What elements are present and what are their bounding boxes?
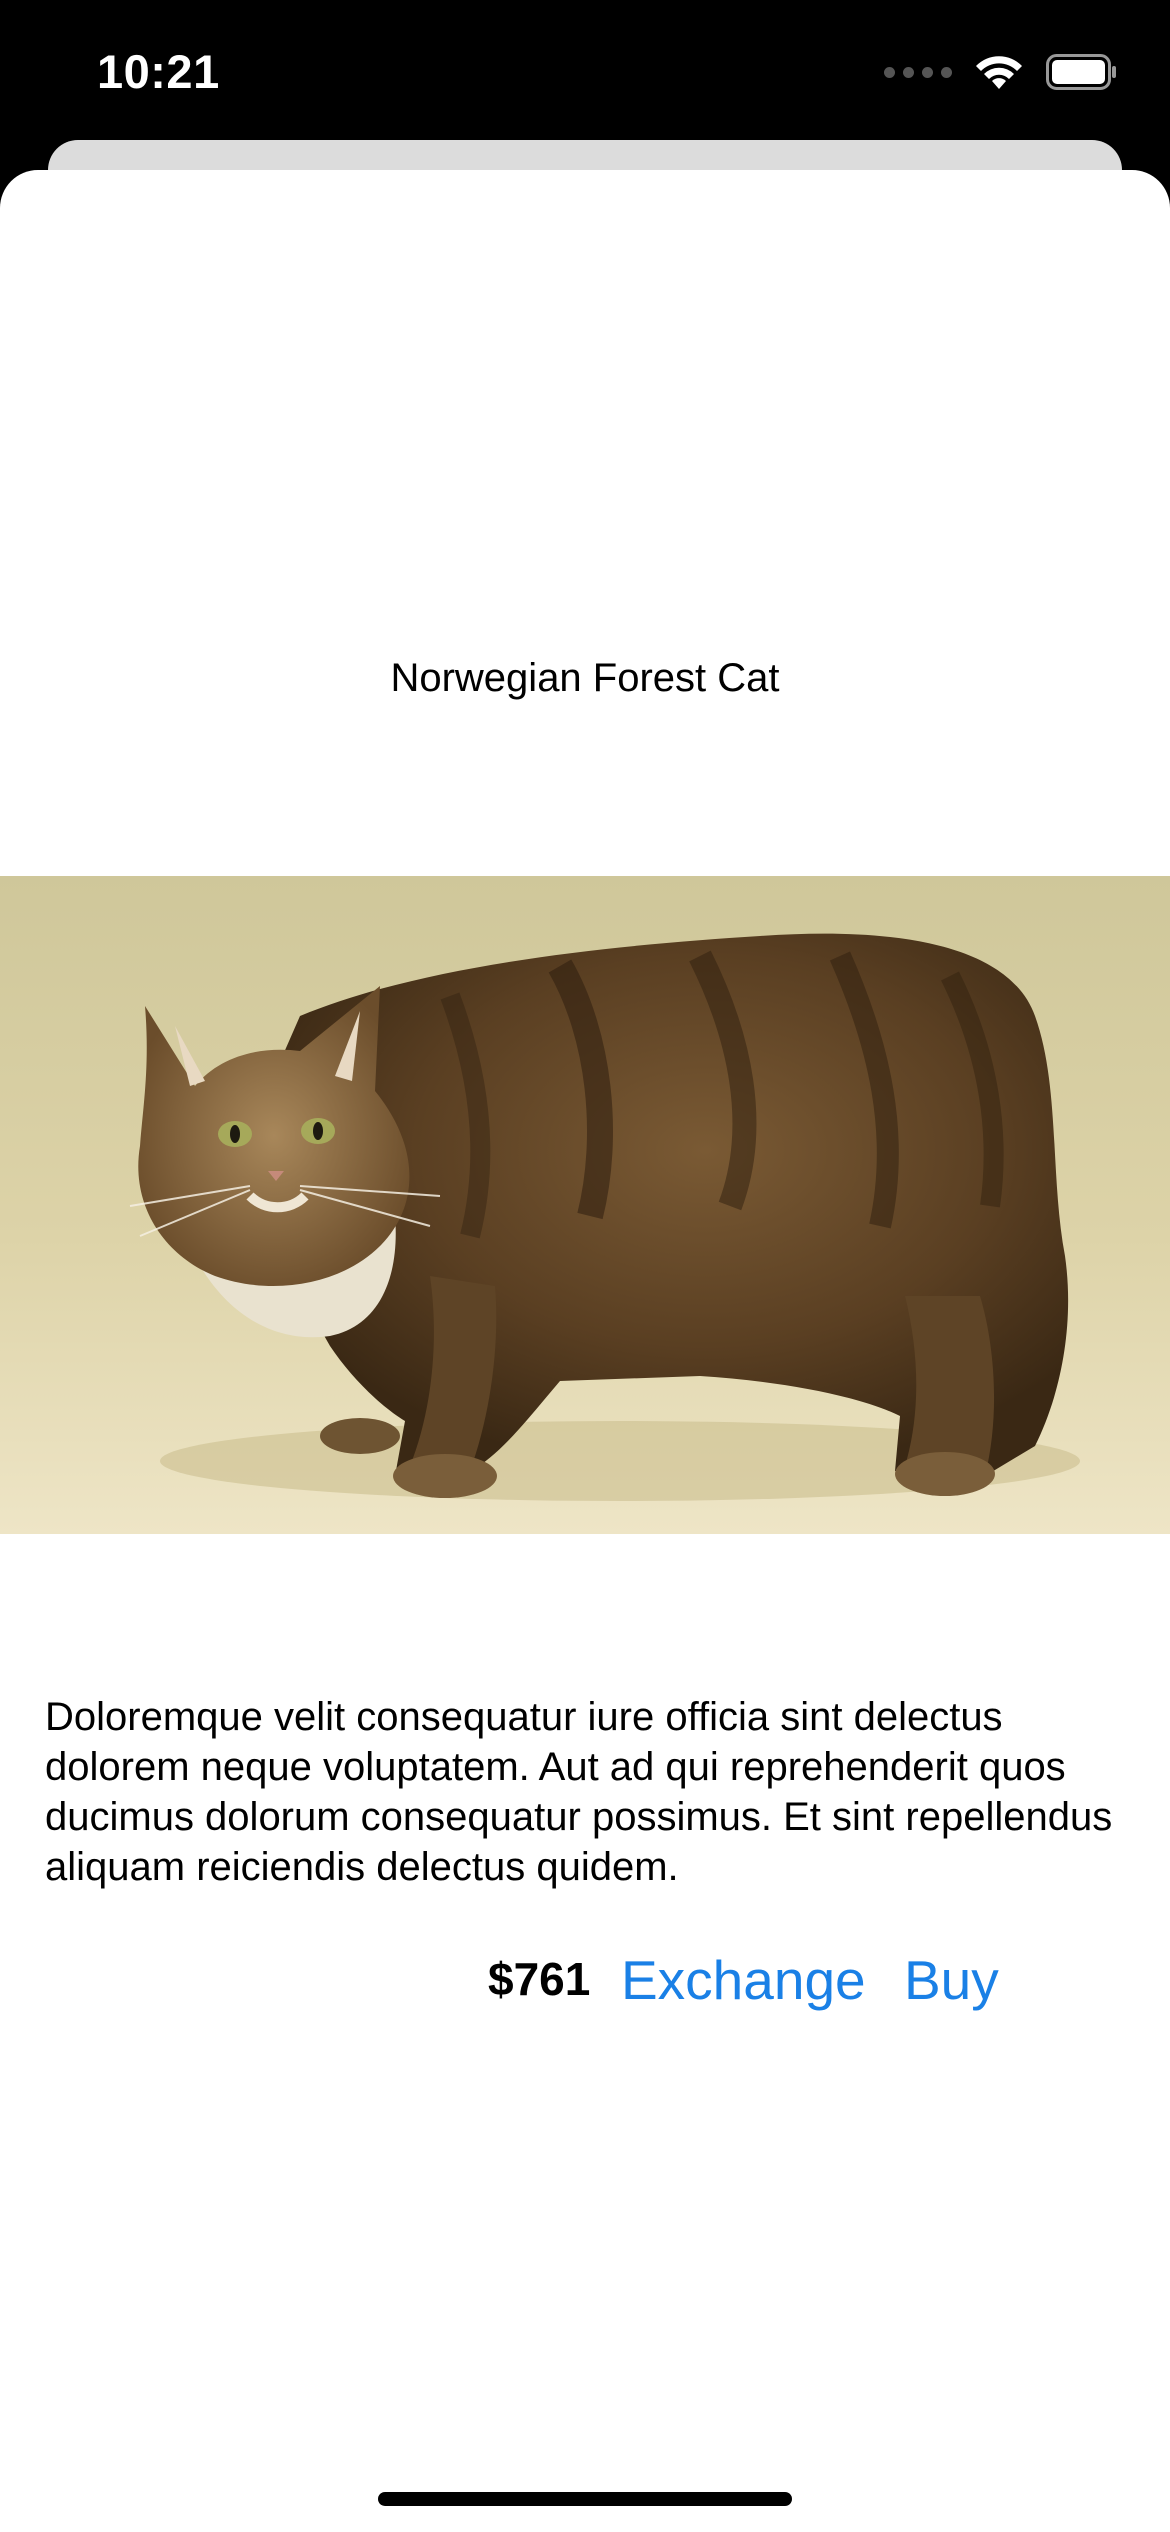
- status-icons: [884, 52, 1118, 92]
- product-price: $761: [488, 1953, 591, 2005]
- battery-icon: [1046, 54, 1116, 90]
- product-sheet: Norwegian Forest Cat Doloremque velit co…: [0, 170, 1170, 2532]
- exchange-button[interactable]: Exchange: [621, 1948, 866, 2012]
- product-description: Doloremque velit consequatur iure offici…: [45, 1695, 1113, 1889]
- cat-photo: [0, 876, 1170, 1534]
- status-time: 10:21: [97, 45, 220, 98]
- product-title: Norwegian Forest Cat: [390, 656, 780, 700]
- status-bar: 10:21: [0, 0, 1170, 140]
- home-indicator[interactable]: [378, 2492, 792, 2506]
- buy-button[interactable]: Buy: [904, 1948, 999, 2012]
- signal-dots-icon: [884, 66, 952, 78]
- wifi-icon: [976, 56, 1022, 89]
- product-image: [0, 876, 1170, 1534]
